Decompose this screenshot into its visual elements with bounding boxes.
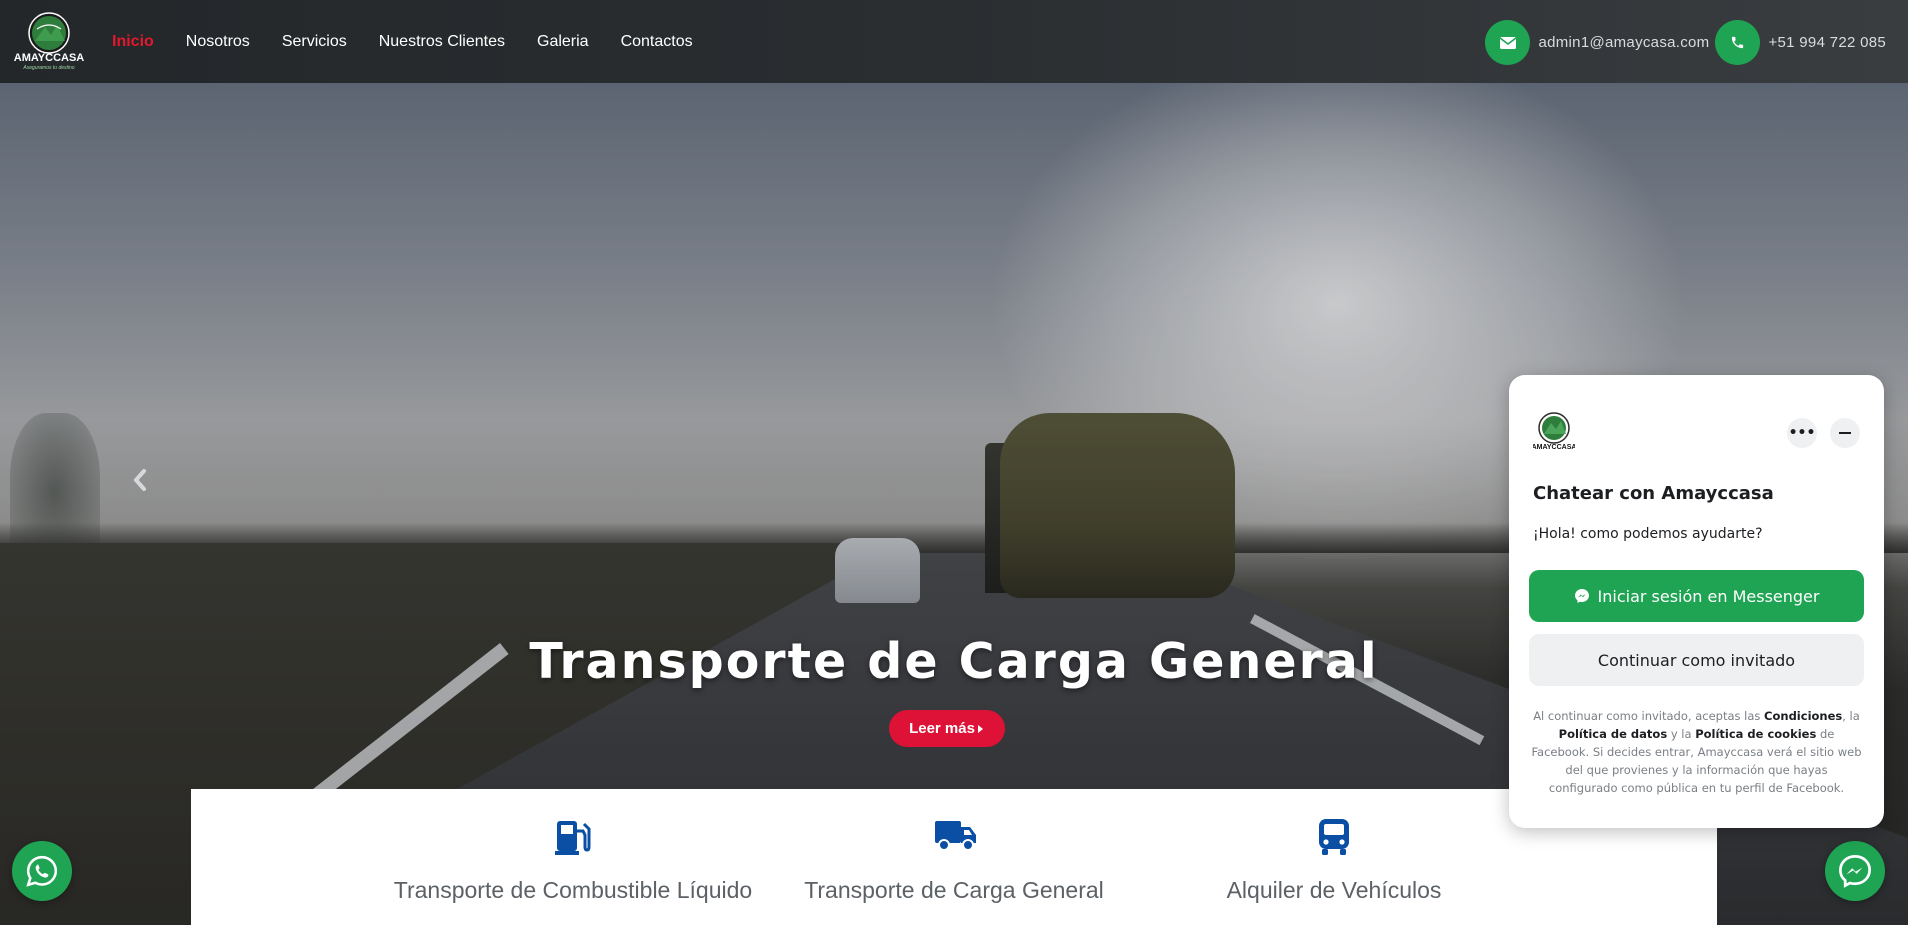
messenger-button[interactable] bbox=[1825, 841, 1885, 901]
service-card-rental[interactable]: Alquiler de Vehículos bbox=[1134, 789, 1534, 904]
cookie-policy-link[interactable]: Política de cookies bbox=[1695, 727, 1816, 741]
logo-wordmark: AMAYCCASA bbox=[14, 52, 85, 64]
service-card-cargo[interactable]: Transporte de Carga General bbox=[754, 789, 1154, 904]
nav-item-servicios[interactable]: Servicios bbox=[282, 33, 347, 51]
main-nav: Inicio Nosotros Servicios Nuestros Clien… bbox=[112, 0, 725, 83]
nav-item-inicio[interactable]: Inicio bbox=[112, 33, 154, 51]
fuel-pump-icon bbox=[553, 817, 593, 857]
read-more-button[interactable]: Leer más bbox=[889, 710, 1005, 747]
chat-greeting: ¡Hola! como podemos ayudarte? bbox=[1533, 526, 1763, 542]
bus-icon bbox=[1314, 817, 1354, 857]
truck-icon bbox=[934, 817, 976, 857]
legal-text: Al continuar como invitado, aceptas las bbox=[1533, 709, 1765, 723]
envelope-icon[interactable] bbox=[1485, 20, 1531, 65]
nav-item-nosotros[interactable]: Nosotros bbox=[186, 33, 250, 51]
chat-title: Chatear con Amayccasa bbox=[1533, 483, 1774, 504]
whatsapp-icon bbox=[26, 855, 58, 887]
contact-email[interactable]: admin1@amaycasa.com bbox=[1538, 34, 1709, 51]
slider-prev-arrow[interactable] bbox=[132, 467, 152, 495]
service-card-fuel[interactable]: Transporte de Combustible Líquido bbox=[373, 789, 773, 904]
read-more-label: Leer más bbox=[909, 720, 975, 737]
site-header: AMAYCCASA Aseguramos tu destino Inicio N… bbox=[0, 0, 1908, 83]
services-strip: Transporte de Combustible Líquido Transp… bbox=[191, 789, 1717, 925]
legal-text: y la bbox=[1667, 727, 1696, 741]
messenger-icon bbox=[1839, 855, 1871, 888]
caret-right-icon bbox=[977, 724, 983, 733]
site-logo[interactable]: AMAYCCASA Aseguramos tu destino bbox=[13, 11, 91, 71]
service-label: Transporte de Carga General bbox=[804, 877, 1104, 903]
data-policy-link[interactable]: Política de datos bbox=[1559, 727, 1668, 741]
header-contact: admin1@amaycasa.com +51 994 722 085 bbox=[1485, 20, 1892, 65]
contact-phone[interactable]: +51 994 722 085 bbox=[1768, 34, 1886, 51]
legal-text: , la bbox=[1842, 709, 1860, 723]
terms-link[interactable]: Condiciones bbox=[1764, 709, 1842, 723]
messenger-login-button[interactable]: Iniciar sesión en Messenger bbox=[1529, 570, 1864, 622]
nav-item-nuestros-clientes[interactable]: Nuestros Clientes bbox=[379, 33, 505, 51]
whatsapp-button[interactable] bbox=[12, 841, 72, 901]
phone-icon[interactable] bbox=[1715, 20, 1761, 65]
minimize-icon[interactable] bbox=[1830, 418, 1860, 448]
nav-item-contactos[interactable]: Contactos bbox=[621, 33, 693, 51]
messenger-small-icon bbox=[1574, 589, 1589, 603]
more-options-icon[interactable]: ••• bbox=[1787, 418, 1817, 448]
nav-item-galeria[interactable]: Galeria bbox=[537, 33, 589, 51]
chat-widget: AMAYCCASA ••• Chatear con Amayccasa ¡Hol… bbox=[1509, 375, 1884, 828]
continue-as-guest-button[interactable]: Continuar como invitado bbox=[1529, 634, 1864, 686]
chat-avatar-wordmark: AMAYCCASA bbox=[1533, 444, 1575, 451]
logo-tagline: Aseguramos tu destino bbox=[22, 65, 74, 71]
messenger-login-label: Iniciar sesión en Messenger bbox=[1597, 586, 1820, 606]
service-label: Transporte de Combustible Líquido bbox=[393, 877, 753, 903]
chat-legal-text: Al continuar como invitado, aceptas las … bbox=[1531, 707, 1862, 797]
service-label: Alquiler de Vehículos bbox=[1226, 877, 1442, 903]
chat-avatar: AMAYCCASA bbox=[1532, 411, 1576, 453]
